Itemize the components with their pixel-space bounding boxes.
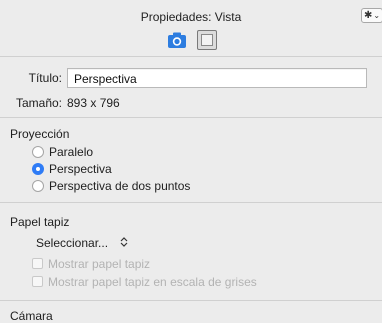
radio-perspectiva-dos-puntos[interactable]: Perspectiva de dos puntos <box>32 179 252 193</box>
radio-label: Perspectiva <box>49 162 112 176</box>
radio-button-selected[interactable] <box>32 163 44 175</box>
size-label: Tamaño: <box>15 96 62 110</box>
frame-icon[interactable] <box>197 30 217 50</box>
radio-paralelo[interactable]: Paralelo <box>32 145 152 159</box>
window-title: Propiedades: Vista <box>140 10 242 24</box>
camera-icon[interactable] <box>167 31 187 49</box>
wallpaper-select-label: Seleccionar... <box>36 236 109 250</box>
radio-perspectiva[interactable]: Perspectiva <box>32 162 152 176</box>
radio-button[interactable] <box>32 180 44 192</box>
radio-label: Perspectiva de dos puntos <box>49 179 191 193</box>
show-wallpaper-gray-checkbox[interactable]: Mostrar papel tapiz en escala de grises <box>32 275 292 289</box>
radio-button[interactable] <box>32 146 44 158</box>
wallpaper-heading: Papel tapiz <box>10 215 70 229</box>
divider <box>0 117 382 118</box>
checkbox[interactable] <box>32 276 43 287</box>
title-field[interactable]: Perspectiva <box>67 68 367 88</box>
gear-menu-button[interactable]: ✱⌄ <box>361 8 382 23</box>
wallpaper-select[interactable]: Seleccionar... <box>36 236 136 250</box>
checkbox-label: Mostrar papel tapiz en escala de grises <box>48 275 257 289</box>
checkbox[interactable] <box>32 258 43 269</box>
checkbox-label: Mostrar papel tapiz <box>48 257 151 271</box>
divider <box>0 300 382 301</box>
gear-icon: ✱ <box>364 10 373 21</box>
radio-label: Paralelo <box>49 145 94 159</box>
chevron-down-icon: ⌄ <box>373 11 381 20</box>
camera-heading: Cámara <box>10 309 53 323</box>
size-value: 893 x 796 <box>67 96 120 110</box>
updown-arrows-icon <box>120 236 128 251</box>
title-label: Título: <box>28 71 62 85</box>
show-wallpaper-checkbox[interactable]: Mostrar papel tapiz <box>32 257 232 271</box>
divider <box>0 56 382 57</box>
divider <box>0 202 382 203</box>
projection-heading: Proyección <box>10 127 70 141</box>
